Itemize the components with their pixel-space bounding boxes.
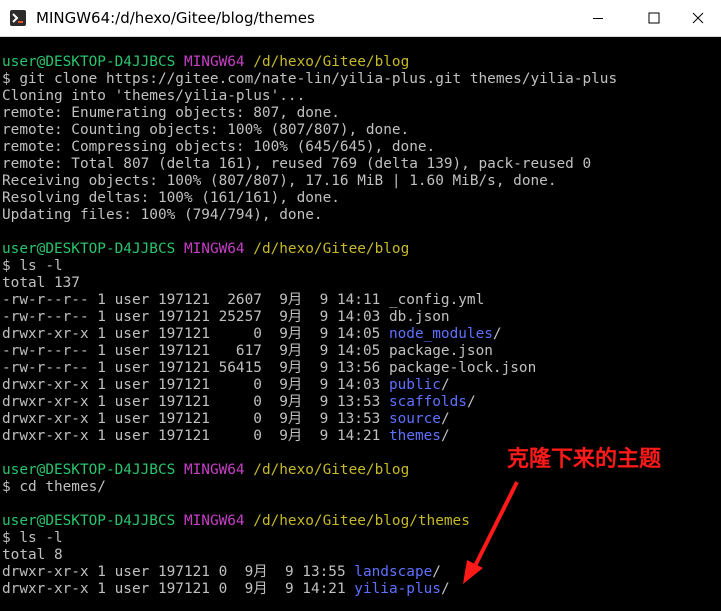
listing-meta: drwxr-xr-x 1 user 197121 0 9月 9 14:21	[2, 581, 355, 597]
listing-meta: drwxr-xr-x 1 user 197121 0 9月 9 13:53	[2, 411, 389, 427]
output-line: remote: Counting objects: 100% (807/807)…	[2, 122, 410, 138]
listing-row: -rw-r--r-- 1 user 197121 56415 9月 9 13:5…	[2, 360, 536, 377]
git-bash-icon	[10, 10, 26, 26]
prompt-line: user@DESKTOP-D4JJBCS MINGW64 /d/hexo/Git…	[2, 241, 409, 258]
listing-dir: yilia-plus	[354, 581, 441, 597]
command-line: $ git clone https://gitee.com/nate-lin/y…	[2, 71, 618, 87]
output-line: remote: Total 807 (delta 161), reused 76…	[2, 156, 592, 172]
prompt-env: MINGW64	[183, 241, 245, 257]
red-arrow-icon	[463, 481, 519, 584]
listing-row: drwxr-xr-x 1 user 197121 0 9月 9 14:05 no…	[2, 326, 502, 342]
listing-meta: drwxr-xr-x 1 user 197121 0 9月 9 14:03	[2, 377, 389, 393]
listing-meta: -rw-r--r-- 1 user 197121 2607 9月 9 14:11	[2, 292, 389, 308]
prompt-user: user@DESKTOP-D4JJBCS	[2, 513, 176, 529]
minimize-icon	[593, 18, 603, 19]
prompt-line: user@DESKTOP-D4JJBCS MINGW64 /d/hexo/Git…	[2, 513, 470, 530]
close-button[interactable]	[675, 0, 721, 36]
listing-row: -rw-r--r-- 1 user 197121 617 9月 9 14:05 …	[2, 343, 493, 360]
annotation-label: 克隆下来的主题	[507, 447, 662, 472]
listing-file: _config.yml	[388, 292, 485, 308]
window-title: MINGW64:/d/hexo/Gitee/blog/themes	[36, 9, 315, 27]
listing-total: total 137	[2, 275, 80, 291]
listing-row: drwxr-xr-x 1 user 197121 0 9月 9 13:55 la…	[2, 564, 441, 580]
prompt-env: MINGW64	[183, 462, 245, 478]
listing-row: drwxr-xr-x 1 user 197121 0 9月 9 13:53 sc…	[2, 394, 476, 410]
maximize-button[interactable]	[631, 0, 677, 36]
listing-dir: public	[388, 377, 441, 393]
listing-row: drwxr-xr-x 1 user 197121 0 9月 9 14:03 pu…	[2, 377, 450, 393]
listing-dir: scaffolds	[388, 394, 467, 410]
listing-row: -rw-r--r-- 1 user 197121 2607 9月 9 14:11…	[2, 292, 484, 309]
output-line: remote: Compressing objects: 100% (645/6…	[2, 139, 436, 155]
listing-dir: themes	[388, 428, 441, 444]
prompt-path: /d/hexo/Gitee/blog	[253, 241, 410, 257]
listing-file: package.json	[388, 343, 493, 359]
listing-meta: drwxr-xr-x 1 user 197121 0 9月 9 13:55	[2, 564, 355, 580]
title-bar: MINGW64:/d/hexo/Gitee/blog/themes	[0, 0, 721, 37]
output-line: Receiving objects: 100% (807/807), 17.16…	[2, 173, 557, 189]
listing-row: drwxr-xr-x 1 user 197121 0 9月 9 13:53 so…	[2, 411, 450, 427]
listing-dir: landscape	[354, 564, 433, 580]
prompt-env: MINGW64	[183, 513, 245, 529]
prompt-user: user@DESKTOP-D4JJBCS	[2, 462, 176, 478]
listing-dir: node_modules	[388, 326, 493, 342]
listing-row: drwxr-xr-x 1 user 197121 0 9月 9 14:21 yi…	[2, 581, 450, 597]
listing-total: total 8	[2, 547, 63, 563]
maximize-icon	[648, 12, 660, 24]
listing-row: drwxr-xr-x 1 user 197121 0 9月 9 14:21 th…	[2, 428, 450, 444]
terminal-output[interactable]: user@DESKTOP-D4JJBCS MINGW64 /d/hexo/Git…	[0, 37, 721, 611]
command-line: $ ls -l	[2, 530, 63, 546]
prompt-user: user@DESKTOP-D4JJBCS	[2, 54, 176, 70]
close-icon	[692, 12, 704, 24]
listing-meta: -rw-r--r-- 1 user 197121 617 9月 9 14:05	[2, 343, 389, 359]
output-line: Updating files: 100% (794/794), done.	[2, 207, 323, 223]
listing-dir: source	[388, 411, 441, 427]
output-line: Resolving deltas: 100% (161/161), done.	[2, 190, 340, 206]
output-line: remote: Enumerating objects: 807, done.	[2, 105, 340, 121]
prompt-path: /d/hexo/Gitee/blog	[253, 462, 410, 478]
listing-meta: -rw-r--r-- 1 user 197121 56415 9月 9 13:5…	[2, 360, 389, 376]
listing-file: db.json	[388, 309, 450, 325]
listing-meta: drwxr-xr-x 1 user 197121 0 9月 9 14:05	[2, 326, 389, 342]
command-line: $ ls -l	[2, 258, 63, 274]
listing-meta: drwxr-xr-x 1 user 197121 0 9月 9 13:53	[2, 394, 389, 410]
minimize-button[interactable]	[575, 0, 621, 36]
command-line: $ cd themes/	[2, 479, 106, 495]
prompt-env: MINGW64	[183, 54, 245, 70]
prompt-line: user@DESKTOP-D4JJBCS MINGW64 /d/hexo/Git…	[2, 462, 409, 479]
prompt-line: user@DESKTOP-D4JJBCS MINGW64 /d/hexo/Git…	[2, 54, 409, 71]
listing-meta: drwxr-xr-x 1 user 197121 0 9月 9 14:21	[2, 428, 389, 444]
prompt-path: /d/hexo/Gitee/blog	[253, 54, 410, 70]
output-line: Cloning into 'themes/yilia-plus'...	[2, 88, 306, 104]
prompt-user: user@DESKTOP-D4JJBCS	[2, 241, 176, 257]
prompt-path: /d/hexo/Gitee/blog/themes	[253, 513, 470, 529]
listing-row: -rw-r--r-- 1 user 197121 25257 9月 9 14:0…	[2, 309, 450, 326]
listing-file: package-lock.json	[388, 360, 537, 376]
listing-meta: -rw-r--r-- 1 user 197121 25257 9月 9 14:0…	[2, 309, 389, 325]
